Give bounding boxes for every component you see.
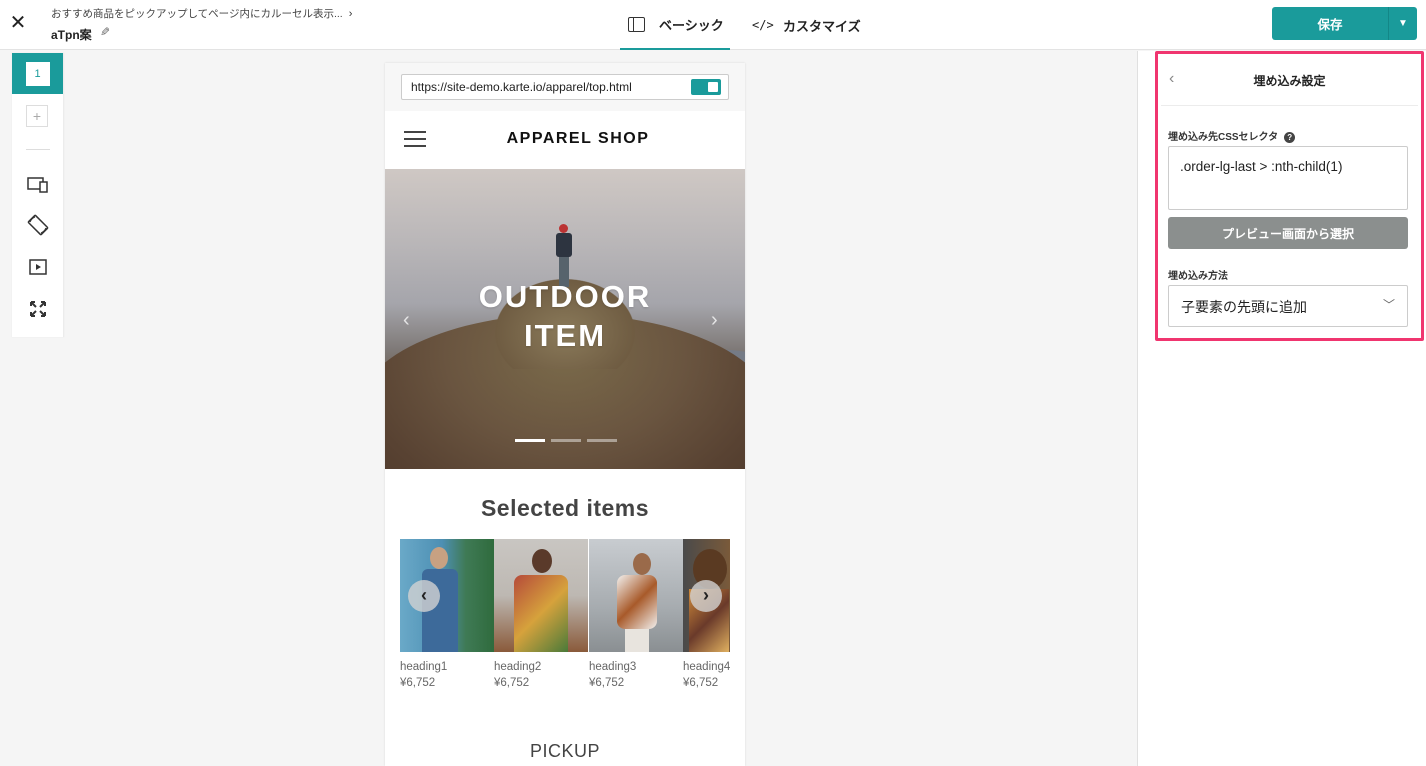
tab-customize[interactable]: </> カスタマイズ [752,0,861,50]
chevron-down-icon: ▼ [1398,18,1408,29]
save-button[interactable]: 保存 [1272,7,1388,40]
item-name: heading4 [683,661,730,673]
code-icon: </> [752,17,774,32]
shop-header: APPAREL SHOP [385,111,745,169]
list-item[interactable]: heading2 ¥6,752 [494,539,588,689]
item-price: ¥6,752 [683,677,719,689]
list-item[interactable]: heading1 ¥6,752 [400,539,494,689]
breadcrumb[interactable]: おすすめ商品をピックアップしてページ内にカルーセル表示... › [51,6,352,21]
list-item[interactable]: heading4 ¥6,752 [683,539,730,689]
item-price: ¥6,752 [589,677,625,689]
hero-prev-icon[interactable]: ‹ [403,309,410,332]
item-price: ¥6,752 [400,677,436,689]
panel-icon [628,16,645,32]
fullscreen-icon[interactable] [26,297,50,321]
hero-title-line1: OUTDOOR [478,279,652,314]
item-name: heading1 [400,661,448,673]
play-preview-icon[interactable] [26,255,50,279]
preview-frame: https://site-demo.karte.io/apparel/top.h… [385,63,745,766]
items-carousel: heading1 ¥6,752 heading2 ¥6,752 heading3… [400,539,730,699]
variant-tab-1[interactable]: 1 [12,53,63,94]
top-bar: ✕ おすすめ商品をピックアップしてページ内にカルーセル表示... › aTpn案 … [0,0,1426,50]
highlight-frame [1155,51,1424,341]
item-name: heading3 [589,661,637,673]
url-input[interactable]: https://site-demo.karte.io/apparel/top.h… [401,74,729,100]
carousel-prev-icon[interactable]: ‹ [408,580,440,612]
tab-customize-label: カスタマイズ [783,18,861,34]
pencil-icon[interactable]: ✎ [100,25,110,39]
tab-basic-label: ベーシック [659,17,724,33]
toolbar-divider [26,149,50,150]
add-variant-button[interactable]: + [26,105,48,127]
carousel-next-icon[interactable]: › [690,580,722,612]
url-bar: https://site-demo.karte.io/apparel/top.h… [385,63,745,111]
save-dropdown-button[interactable]: ▼ [1388,7,1417,40]
breadcrumb-label: おすすめ商品をピックアップしてページ内にカルーセル表示... [51,8,343,20]
hero-dot-2[interactable] [551,439,581,442]
close-icon[interactable]: ✕ [8,12,28,34]
product-image [494,539,588,652]
product-image [589,539,683,652]
hero-next-icon[interactable]: › [711,309,718,332]
hero-dot-1[interactable] [515,439,545,442]
preview-toggle[interactable] [691,79,721,95]
item-price: ¥6,752 [494,677,530,689]
device-icon[interactable] [26,173,50,197]
left-toolbar: 1 + [12,53,64,337]
variant-name: aTpn案 [51,28,92,42]
chevron-right-icon: › [348,8,353,20]
hero-dot-3[interactable] [587,439,617,442]
hero-title: OUTDOOR ITEM [385,277,745,355]
hero-carousel: OUTDOOR ITEM ‹ › [385,169,745,469]
variant-number: 1 [25,61,50,86]
pickup-title: PICKUP [529,741,601,761]
list-item[interactable]: heading3 ¥6,752 [589,539,683,689]
selected-items-title: Selected items [480,495,650,521]
hero-title-line2: ITEM [523,318,607,353]
rotate-icon[interactable] [26,213,50,237]
item-name: heading2 [494,661,542,673]
shop-title: APPAREL SHOP [506,130,650,147]
tab-basic[interactable]: ベーシック [620,0,730,50]
hero-indicators [515,439,617,442]
